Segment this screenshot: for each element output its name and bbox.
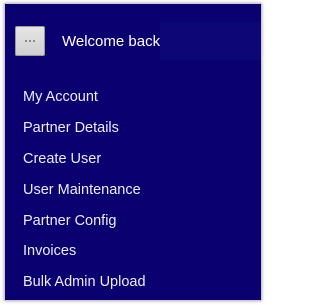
- menu-item-bulk-admin-upload: Bulk Admin Upload: [5, 267, 261, 298]
- menu-item-create-user: Create User: [5, 144, 261, 175]
- create-user-link[interactable]: Create User: [23, 151, 101, 167]
- menu-item-my-account: My Account: [5, 82, 261, 113]
- partner-config-link[interactable]: Partner Config: [23, 213, 117, 229]
- nav-menu: My Account Partner Details Create User U…: [5, 82, 261, 298]
- user-menu-panel: Welcome back, My Account Partner Details…: [4, 3, 262, 301]
- menu-item-user-maintenance: User Maintenance: [5, 174, 261, 205]
- partner-details-link[interactable]: Partner Details: [23, 120, 119, 136]
- my-account-link[interactable]: My Account: [23, 89, 98, 105]
- user-name-redacted: [160, 22, 261, 60]
- bulk-admin-upload-link[interactable]: Bulk Admin Upload: [23, 274, 146, 290]
- welcome-text: Welcome back,: [62, 33, 165, 50]
- menu-item-partner-details: Partner Details: [5, 113, 261, 144]
- invoices-link[interactable]: Invoices: [23, 243, 76, 259]
- menu-item-invoices: Invoices: [5, 236, 261, 267]
- user-header: Welcome back,: [5, 4, 261, 80]
- menu-item-partner-config: Partner Config: [5, 205, 261, 236]
- user-maintenance-link[interactable]: User Maintenance: [23, 182, 141, 198]
- broken-image-icon: [25, 40, 35, 42]
- avatar-icon[interactable]: [15, 26, 45, 56]
